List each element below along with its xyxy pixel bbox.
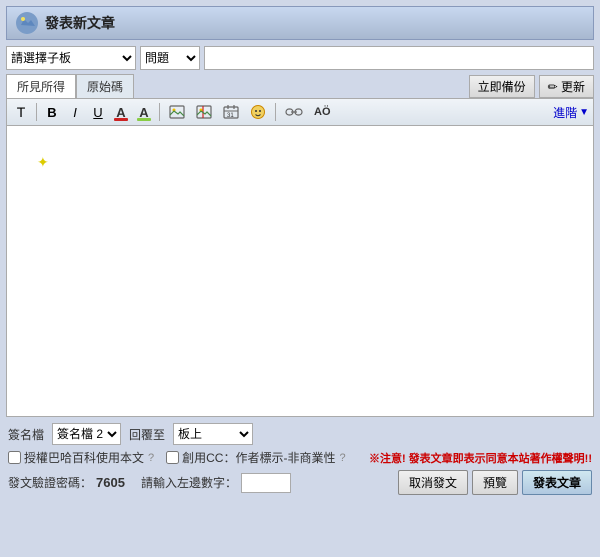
bold-btn[interactable]: B [42, 102, 62, 122]
header-bar: 發表新文章 [6, 6, 594, 40]
yellow-star: ✦ [37, 154, 49, 171]
toolbar-right: 進階 ▼ [553, 104, 589, 121]
separator1 [36, 103, 37, 121]
action-buttons: 取消發文 預覽 發表文章 [398, 470, 592, 495]
wiki-license-label[interactable]: 授權巴哈百科使用本文 [8, 449, 144, 466]
separator3 [275, 103, 276, 121]
toolbar: T B I U A A 31 [7, 99, 593, 126]
insert-emoji-btn[interactable] [246, 102, 270, 122]
editor-container: T B I U A A 31 [6, 98, 594, 417]
tabs-right-buttons: 立即備份 ✏ 更新 [469, 75, 594, 98]
captcha-input[interactable] [241, 473, 291, 493]
reply-label: 回覆至 [129, 426, 165, 443]
title-input[interactable] [204, 46, 594, 70]
top-row: 請選擇子板 問題 討論 分享 請益 公告 [6, 46, 594, 70]
tabs-row: 所見所得 原始碼 立即備份 ✏ 更新 [6, 74, 594, 98]
cc-license-checkbox[interactable] [166, 451, 179, 464]
wiki-license-checkbox[interactable] [8, 451, 21, 464]
insert-special-btn[interactable]: AÖ [310, 102, 335, 122]
italic-btn[interactable]: I [65, 102, 85, 122]
separator2 [159, 103, 160, 121]
insert-image2-btn[interactable] [192, 102, 216, 122]
header-icon [15, 11, 39, 35]
captcha-instruction: 請輸入左邊數字： [141, 474, 237, 491]
font-size-btn[interactable]: T [11, 102, 31, 122]
cc-help-icon[interactable]: ? [339, 452, 345, 464]
update-button[interactable]: ✏ 更新 [539, 75, 594, 98]
underline-btn[interactable]: U [88, 102, 108, 122]
editor-body[interactable]: ✦ [7, 126, 593, 416]
save-button[interactable]: 立即備份 [469, 75, 535, 98]
page-container: 發表新文章 請選擇子板 問題 討論 分享 請益 公告 所見所得 原始碼 立即備份… [0, 0, 600, 501]
signature-reply-row: 簽名檔 簽名檔 2 無 簽名檔 1 簽名檔 3 回覆至 板上 信箱 不回覆 [6, 423, 594, 445]
cancel-button[interactable]: 取消發文 [398, 470, 468, 495]
insert-date-btn[interactable]: 31 [219, 102, 243, 122]
notice-text: ※注意! 發表文章即表示同意本站著作權聲明!! [369, 450, 592, 466]
font-color-btn[interactable]: A [111, 102, 131, 122]
type-select[interactable]: 問題 討論 分享 請益 公告 [140, 46, 200, 70]
insert-link-btn[interactable] [281, 102, 307, 122]
board-select[interactable]: 請選擇子板 [6, 46, 136, 70]
header-title: 發表新文章 [45, 13, 115, 33]
wiki-help-icon[interactable]: ? [148, 452, 154, 464]
post-button[interactable]: 發表文章 [522, 470, 592, 495]
insert-image-btn[interactable] [165, 102, 189, 122]
captcha-actions-row: 發文驗證密碼： 7605 請輸入左邊數字： 取消發文 預覽 發表文章 [6, 470, 594, 495]
captcha-code: 7605 [96, 475, 125, 490]
tab-wysiwyg[interactable]: 所見所得 [6, 74, 76, 98]
checkboxes-row: 授權巴哈百科使用本文 ? 創用CC：作者標示-非商業性 ? ※注意! 發表文章即… [6, 449, 594, 466]
cc-license-label[interactable]: 創用CC：作者標示-非商業性 [166, 449, 335, 466]
preview-button[interactable]: 預覽 [472, 470, 518, 495]
advanced-link[interactable]: 進階 ▼ [553, 104, 589, 121]
editor-content[interactable] [7, 126, 593, 406]
bg-color-btn[interactable]: A [134, 102, 154, 122]
signature-select[interactable]: 簽名檔 2 無 簽名檔 1 簽名檔 3 [52, 423, 121, 445]
signature-label: 簽名檔 [8, 426, 44, 443]
svg-text:31: 31 [227, 113, 234, 119]
reply-select[interactable]: 板上 信箱 不回覆 [173, 423, 253, 445]
tab-source[interactable]: 原始碼 [76, 74, 134, 98]
captcha-label: 發文驗證密碼： [8, 474, 92, 491]
